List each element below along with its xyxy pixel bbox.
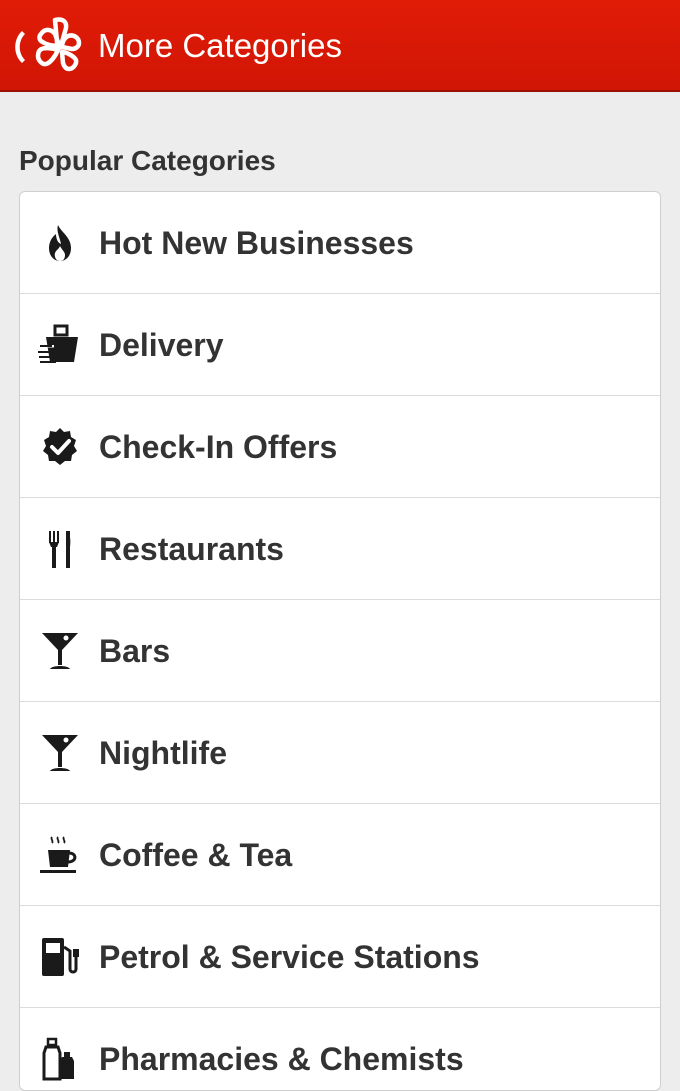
chevron-left-icon[interactable] [8,27,28,67]
badge-check-icon [38,425,82,469]
category-label: Check-In Offers [99,429,338,465]
action-bar: More Categories [0,0,680,92]
martini-glass-icon [38,731,82,775]
screen-title: More Categories [98,27,342,64]
coffee-cup-icon [38,833,82,877]
category-row-restaurants[interactable]: Restaurants [20,498,660,600]
section-title: Popular Categories [19,145,276,176]
category-label: Bars [99,633,171,669]
yelp-burst-logo-icon[interactable] [32,14,86,76]
fuel-pump-icon [38,935,82,979]
category-row-pharmacies-chemists[interactable]: Pharmacies & Chemists [20,1008,660,1090]
category-row-nightlife[interactable]: Nightlife [20,702,660,804]
delivery-bag-icon [38,323,82,367]
category-label: Petrol & Service Stations [99,939,480,975]
category-label: Coffee & Tea [99,837,293,873]
category-row-bars[interactable]: Bars [20,600,660,702]
category-row-delivery[interactable]: Delivery [20,294,660,396]
medicine-bottles-icon [38,1037,82,1081]
category-label: Restaurants [99,531,284,567]
category-row-coffee-tea[interactable]: Coffee & Tea [20,804,660,906]
category-label: Delivery [99,327,224,363]
fork-knife-icon [38,527,82,571]
martini-glass-icon [38,629,82,673]
category-row-check-in-offers[interactable]: Check-In Offers [20,396,660,498]
category-list: Hot New Businesses Delivery Check-In Off… [19,191,661,1091]
category-row-petrol-service-stations[interactable]: Petrol & Service Stations [20,906,660,1008]
category-row-hot-new-businesses[interactable]: Hot New Businesses [20,192,660,294]
flame-icon [38,221,82,265]
category-label: Nightlife [99,735,227,771]
category-label: Hot New Businesses [99,225,414,261]
category-label: Pharmacies & Chemists [99,1041,464,1077]
